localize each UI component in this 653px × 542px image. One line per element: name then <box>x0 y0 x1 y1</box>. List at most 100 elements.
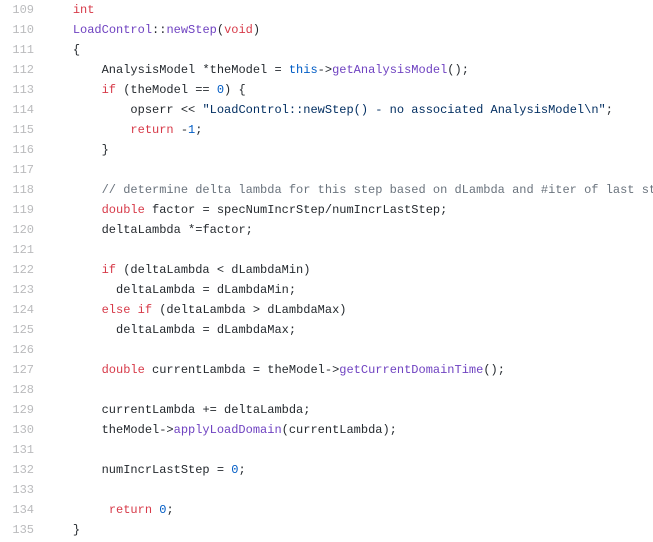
token-id: factor; <box>202 223 252 237</box>
token-sp <box>44 103 130 117</box>
token-op: - <box>181 123 188 137</box>
token-sp <box>44 503 109 517</box>
token-op: ; <box>195 123 202 137</box>
code-content: { <box>44 40 80 60</box>
token-id: deltaLambda; <box>224 403 310 417</box>
code-content: int <box>44 0 94 20</box>
token-op: -> <box>159 423 173 437</box>
code-line: 132 numIncrLastStep = 0; <box>0 460 653 480</box>
line-number: 125 <box>0 320 44 340</box>
line-number: 127 <box>0 360 44 380</box>
token-cls: LoadControl <box>73 23 152 37</box>
code-content: double factor = specNumIncrStep/numIncrL… <box>44 200 447 220</box>
code-content: opserr << "LoadControl::newStep() - no a… <box>44 100 613 120</box>
code-content: return -1; <box>44 120 202 140</box>
token-id: dLambdaMax; <box>217 323 296 337</box>
code-content: AnalysisModel *theModel = this->getAnaly… <box>44 60 469 80</box>
token-sp <box>44 283 116 297</box>
token-fn: newStep <box>166 23 216 37</box>
token-sp <box>44 363 102 377</box>
token-sp <box>44 3 73 17</box>
token-op: > <box>253 303 267 317</box>
token-id: theModel <box>210 63 275 77</box>
line-number: 128 <box>0 380 44 400</box>
code-content: LoadControl::newStep(void) <box>44 20 260 40</box>
token-id: numIncrLastStep <box>102 463 217 477</box>
token-id: currentLambda <box>102 403 203 417</box>
token-kw: return <box>130 123 173 137</box>
code-line: 122 if (deltaLambda < dLambdaMin) <box>0 260 653 280</box>
code-line: 115 return -1; <box>0 120 653 140</box>
code-line: 112 AnalysisModel *theModel = this->getA… <box>0 60 653 80</box>
token-op: << <box>181 103 203 117</box>
token-sp <box>44 183 102 197</box>
token-call: getCurrentDomainTime <box>339 363 483 377</box>
code-block: 109 int110 LoadControl::newStep(void)111… <box>0 0 653 540</box>
token-op: ; <box>166 503 173 517</box>
token-id: dLambdaMin) <box>231 263 310 277</box>
code-line: 123 deltaLambda = dLambdaMin; <box>0 280 653 300</box>
token-op: ) <box>253 23 260 37</box>
line-number: 110 <box>0 20 44 40</box>
code-line: 116 } <box>0 140 653 160</box>
token-kw: if <box>138 303 152 317</box>
token-op: *= <box>188 223 202 237</box>
token-op: / <box>325 203 332 217</box>
line-number: 126 <box>0 340 44 360</box>
token-op: ); <box>382 423 396 437</box>
token-sp <box>44 403 102 417</box>
line-number: 132 <box>0 460 44 480</box>
code-line: 114 opserr << "LoadControl::newStep() - … <box>0 100 653 120</box>
code-line: 109 int <box>0 0 653 20</box>
line-number: 111 <box>0 40 44 60</box>
token-id: theModel <box>102 423 160 437</box>
code-line: 126 <box>0 340 653 360</box>
token-kw: double <box>102 203 145 217</box>
token-cm: // determine delta lambda for this step … <box>102 183 653 197</box>
token-kw: void <box>224 23 253 37</box>
token-id: factor <box>145 203 203 217</box>
line-number: 129 <box>0 400 44 420</box>
token-sp <box>44 43 73 57</box>
code-line: 119 double factor = specNumIncrStep/numI… <box>0 200 653 220</box>
token-id: deltaLambda <box>116 283 202 297</box>
code-line: 111 { <box>0 40 653 60</box>
token-kw: if <box>102 83 116 97</box>
token-op: (); <box>483 363 505 377</box>
line-number: 120 <box>0 220 44 240</box>
token-op: } <box>73 523 80 537</box>
token-sp <box>44 303 102 317</box>
token-id: currentLambda <box>289 423 383 437</box>
line-number: 119 <box>0 200 44 220</box>
token-sp <box>44 263 102 277</box>
token-id: (theModel <box>116 83 195 97</box>
line-number: 124 <box>0 300 44 320</box>
code-content: deltaLambda *=factor; <box>44 220 253 240</box>
code-line: 113 if (theModel == 0) { <box>0 80 653 100</box>
token-id: deltaLambda <box>116 323 202 337</box>
line-number: 117 <box>0 160 44 180</box>
token-id: ) { <box>224 83 246 97</box>
line-number: 113 <box>0 80 44 100</box>
token-call: applyLoadDomain <box>174 423 282 437</box>
code-content: numIncrLastStep = 0; <box>44 460 246 480</box>
code-line: 130 theModel->applyLoadDomain(currentLam… <box>0 420 653 440</box>
code-line: 124 else if (deltaLambda > dLambdaMax) <box>0 300 653 320</box>
code-content: if (theModel == 0) { <box>44 80 246 100</box>
line-number: 133 <box>0 480 44 500</box>
code-line: 118 // determine delta lambda for this s… <box>0 180 653 200</box>
code-line: 117 <box>0 160 653 180</box>
token-op: * <box>202 63 209 77</box>
token-op: < <box>217 263 231 277</box>
token-op: ( <box>217 23 224 37</box>
token-op: ( <box>282 423 289 437</box>
token-op: = <box>202 323 216 337</box>
token-id: currentLambda <box>145 363 253 377</box>
token-op: -> <box>325 363 339 377</box>
code-line: 133 <box>0 480 653 500</box>
token-id <box>174 123 181 137</box>
code-line: 129 currentLambda += deltaLambda; <box>0 400 653 420</box>
line-number: 115 <box>0 120 44 140</box>
code-content: currentLambda += deltaLambda; <box>44 400 310 420</box>
token-id: theModel <box>267 363 325 377</box>
